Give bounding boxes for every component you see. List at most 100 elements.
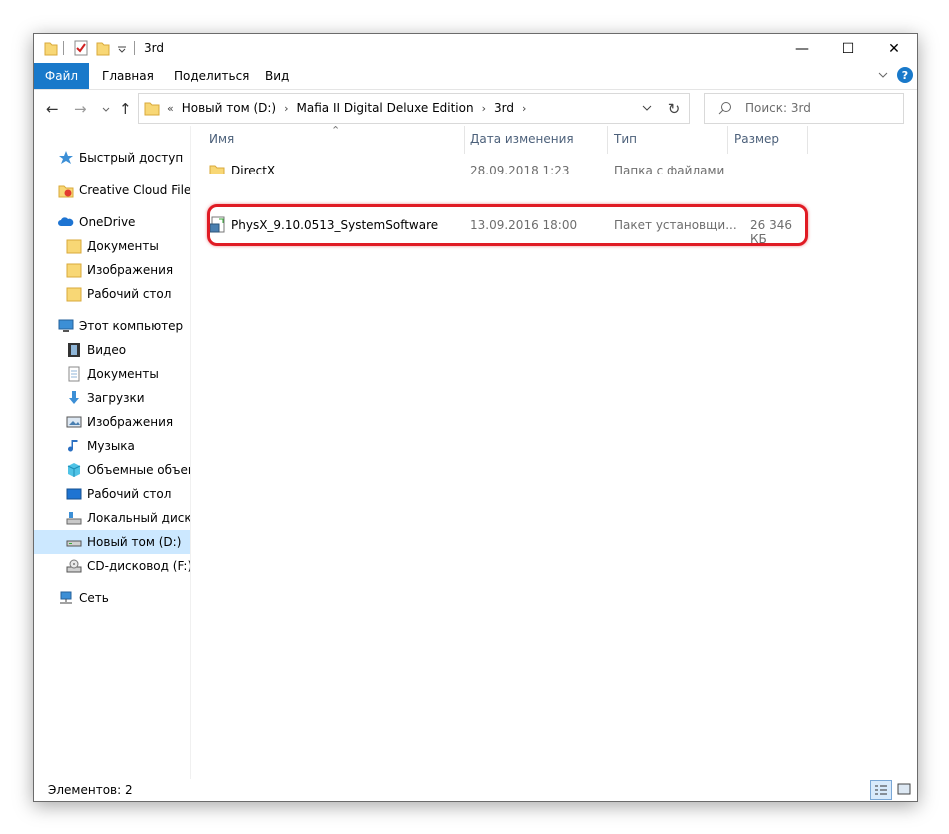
tab-view[interactable]: Вид bbox=[265, 69, 289, 83]
installer-icon bbox=[209, 216, 225, 233]
sidebar-item-creative-cloud[interactable]: Creative Cloud Files bbox=[34, 178, 190, 202]
large-icons-view-button[interactable] bbox=[894, 780, 914, 798]
sidebar-item-onedrive-documents[interactable]: Документы bbox=[34, 234, 190, 258]
breadcrumb-drive[interactable]: Новый том (D:) bbox=[182, 101, 276, 115]
address-dropdown-icon[interactable] bbox=[642, 105, 652, 112]
sidebar-item-pictures[interactable]: Изображения bbox=[34, 410, 190, 434]
sidebar-item-3d-objects[interactable]: Объемные объект bbox=[34, 458, 190, 482]
column-divider[interactable] bbox=[807, 126, 808, 154]
column-header-name[interactable]: Имя bbox=[209, 132, 234, 146]
star-icon bbox=[59, 151, 73, 164]
column-divider[interactable] bbox=[607, 126, 608, 154]
sidebar-item-label: Новый том (D:) bbox=[87, 535, 182, 549]
chevron-right-icon[interactable]: › bbox=[522, 102, 526, 115]
sidebar-item-label: Creative Cloud Files bbox=[79, 183, 190, 197]
new-folder-icon[interactable] bbox=[96, 40, 110, 56]
sidebar-item-label: Быстрый доступ bbox=[79, 151, 184, 165]
explorer-window: 3rd — ☐ ✕ Файл Главная Поделиться Вид ? … bbox=[33, 33, 918, 802]
folder-icon bbox=[209, 165, 225, 174]
refresh-icon: ↻ bbox=[667, 99, 681, 118]
folder-icon bbox=[144, 102, 160, 116]
sidebar-item-this-pc[interactable]: Этот компьютер bbox=[34, 314, 190, 338]
sidebar-item-label: OneDrive bbox=[79, 215, 136, 229]
tab-file[interactable]: Файл bbox=[34, 63, 89, 89]
sidebar-item-onedrive-pictures[interactable]: Изображения bbox=[34, 258, 190, 282]
column-divider[interactable] bbox=[727, 126, 728, 154]
cd-drive-icon bbox=[66, 559, 82, 573]
file-row[interactable]: PhysX_9.10.0513_SystemSoftware 13.09.201… bbox=[209, 214, 799, 246]
back-arrow-icon[interactable]: ← bbox=[46, 100, 59, 118]
creative-cloud-icon bbox=[58, 185, 74, 198]
3d-objects-icon bbox=[67, 463, 81, 477]
search-icon bbox=[718, 102, 731, 115]
file-list: ⌃ Имя Дата изменения Тип Размер DirectX … bbox=[191, 124, 917, 779]
breadcrumb-game-folder[interactable]: Mafia II Digital Deluxe Edition bbox=[297, 101, 474, 115]
breadcrumb-current[interactable]: 3rd bbox=[494, 101, 514, 115]
forward-arrow-icon[interactable]: → bbox=[74, 100, 87, 118]
chevron-right-icon[interactable]: › bbox=[284, 102, 288, 115]
sidebar-item-quick-access[interactable]: Быстрый доступ bbox=[34, 146, 190, 170]
sidebar-item-label: CD-дисковод (F:) bbox=[87, 559, 190, 573]
column-header-size[interactable]: Размер bbox=[734, 132, 779, 146]
sidebar-item-music[interactable]: Музыка bbox=[34, 434, 190, 458]
breadcrumb: « Новый том (D:) › Mafia II Digital Delu… bbox=[167, 101, 534, 115]
sidebar-item-local-disk-c[interactable]: Локальный диск (C bbox=[34, 506, 190, 530]
folder-icon bbox=[66, 287, 82, 302]
column-header-type[interactable]: Тип bbox=[614, 132, 637, 146]
sidebar-item-new-volume-d[interactable]: Новый том (D:) bbox=[34, 530, 190, 554]
sidebar-item-onedrive-desktop[interactable]: Рабочий стол bbox=[34, 282, 190, 306]
recent-locations-icon[interactable] bbox=[102, 107, 110, 113]
sort-ascending-icon: ⌃ bbox=[331, 124, 341, 137]
tab-home[interactable]: Главная bbox=[102, 69, 154, 83]
refresh-button[interactable]: ↻ bbox=[659, 93, 690, 124]
up-arrow-icon[interactable]: ↑ bbox=[119, 100, 132, 118]
desktop-icon bbox=[66, 488, 82, 500]
properties-icon[interactable] bbox=[74, 40, 88, 56]
chevron-right-icon[interactable]: › bbox=[482, 102, 486, 115]
close-button[interactable]: ✕ bbox=[871, 34, 917, 63]
help-icon[interactable]: ? bbox=[897, 67, 913, 83]
sidebar-item-desktop[interactable]: Рабочий стол bbox=[34, 482, 190, 506]
sidebar-item-label: Локальный диск (C bbox=[87, 511, 190, 525]
details-view-button[interactable] bbox=[870, 780, 892, 800]
download-icon bbox=[69, 391, 79, 404]
file-name: PhysX_9.10.0513_SystemSoftware bbox=[231, 218, 439, 232]
sidebar-item-onedrive[interactable]: OneDrive bbox=[34, 210, 190, 234]
status-bar: Элементов: 2 bbox=[34, 779, 917, 801]
sidebar-item-label: Видео bbox=[87, 343, 127, 357]
file-row[interactable]: DirectX 28.09.2018 1:23 Папка с файлами bbox=[209, 160, 799, 174]
separator bbox=[63, 41, 64, 55]
column-header-date[interactable]: Дата изменения bbox=[470, 132, 574, 146]
details-view-icon bbox=[875, 785, 887, 795]
sidebar-item-label: Документы bbox=[87, 239, 159, 253]
file-type: Пакет установщи... bbox=[614, 218, 737, 232]
customize-dropdown-icon[interactable] bbox=[117, 45, 127, 53]
drive-icon bbox=[66, 540, 82, 547]
sidebar-item-label: Рабочий стол bbox=[87, 487, 172, 501]
column-divider[interactable] bbox=[464, 126, 465, 154]
expand-ribbon-icon[interactable] bbox=[878, 71, 888, 79]
sidebar-item-label: Изображения bbox=[87, 415, 174, 429]
sidebar-item-cd-drive-f[interactable]: CD-дисковод (F:) bbox=[34, 554, 190, 578]
breadcrumb-overflow[interactable]: « bbox=[167, 102, 174, 115]
sidebar-item-label: Рабочий стол bbox=[87, 287, 172, 301]
document-icon bbox=[68, 366, 80, 382]
video-icon bbox=[68, 343, 80, 357]
sidebar-item-documents[interactable]: Документы bbox=[34, 362, 190, 386]
tab-share[interactable]: Поделиться bbox=[174, 69, 249, 83]
sidebar-item-videos[interactable]: Видео bbox=[34, 338, 190, 362]
separator bbox=[134, 41, 135, 55]
maximize-button[interactable]: ☐ bbox=[825, 34, 871, 63]
sidebar-item-downloads[interactable]: Загрузки bbox=[34, 386, 190, 410]
minimize-button[interactable]: — bbox=[779, 34, 825, 63]
search-placeholder: Поиск: 3rd bbox=[745, 101, 811, 115]
folder-icon bbox=[44, 42, 58, 56]
sidebar-item-label: Изображения bbox=[87, 263, 174, 277]
title-bar: 3rd — ☐ ✕ bbox=[34, 34, 917, 63]
address-bar[interactable]: « Новый том (D:) › Mafia II Digital Delu… bbox=[138, 93, 690, 124]
sidebar-item-network[interactable]: Сеть bbox=[34, 586, 190, 610]
search-input[interactable]: Поиск: 3rd bbox=[704, 93, 904, 124]
item-count: Элементов: 2 bbox=[48, 783, 133, 797]
folder-icon bbox=[66, 239, 82, 254]
navigation-pane: Быстрый доступ Creative Cloud Files OneD… bbox=[34, 126, 191, 779]
